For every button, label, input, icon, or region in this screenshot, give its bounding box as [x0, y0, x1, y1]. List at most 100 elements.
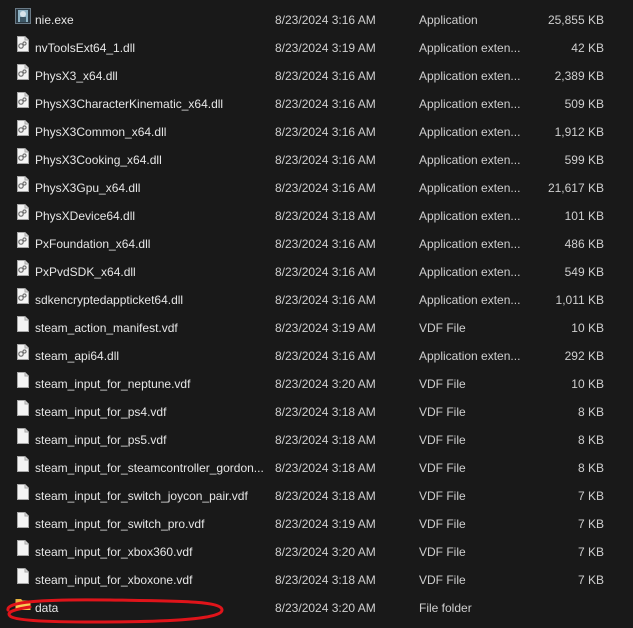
- file-date-modified: 8/23/2024 3:16 AM: [275, 349, 376, 363]
- file-icon: [15, 482, 31, 500]
- file-type: Application exten...: [419, 41, 521, 55]
- dll-icon: [15, 62, 31, 80]
- dll-icon: [15, 118, 31, 136]
- file-size: 42 KB: [571, 41, 604, 55]
- file-date-modified: 8/23/2024 3:20 AM: [275, 377, 376, 391]
- file-row[interactable]: PhysX3_x64.dll 8/23/2024 3:16 AM Applicati…: [0, 62, 633, 90]
- file-type: VDF File: [419, 405, 466, 419]
- file-size: 2,389 KB: [554, 69, 604, 83]
- file-date-modified: 8/23/2024 3:19 AM: [275, 321, 376, 335]
- file-row[interactable]: steam_input_for_ps5.vdf 8/23/2024 3:18 AM…: [0, 426, 633, 454]
- dll-icon: [15, 34, 31, 52]
- file-type: VDF File: [419, 489, 466, 503]
- file-size: 292 KB: [564, 349, 604, 363]
- dll-icon: [15, 202, 31, 220]
- file-type: Application exten...: [419, 125, 521, 139]
- file-name: PhysX3Cooking_x64.dll: [35, 153, 162, 167]
- file-date-modified: 8/23/2024 3:16 AM: [275, 237, 376, 251]
- file-date-modified: 8/23/2024 3:18 AM: [275, 461, 376, 475]
- file-list: nie.exe 8/23/2024 3:16 AM Application 25,85…: [0, 6, 633, 622]
- file-row[interactable]: steam_input_for_xbox360.vdf 8/23/2024 3:2…: [0, 538, 633, 566]
- dll-icon: [15, 258, 31, 276]
- file-type: Application exten...: [419, 237, 521, 251]
- file-size: 599 KB: [564, 153, 604, 167]
- file-size: 509 KB: [564, 97, 604, 111]
- file-type: Application exten...: [419, 181, 521, 195]
- file-type: Application exten...: [419, 97, 521, 111]
- folder-row[interactable]: data 8/23/2024 3:20 AM File folder: [0, 594, 633, 622]
- dll-icon: [15, 146, 31, 164]
- file-row[interactable]: PhysXDevice64.dll 8/23/2024 3:18 AM Applic…: [0, 202, 633, 230]
- file-name: steam_input_for_neptune.vdf: [35, 377, 191, 391]
- file-name: PxPvdSDK_x64.dll: [35, 265, 136, 279]
- dll-icon: [15, 286, 31, 304]
- file-size: 1,011 KB: [555, 293, 604, 307]
- file-type: VDF File: [419, 433, 466, 447]
- file-name: steam_api64.dll: [35, 349, 120, 363]
- file-name: PhysX3_x64.dll: [35, 69, 118, 83]
- file-icon: [15, 370, 31, 388]
- file-icon: [15, 398, 31, 416]
- file-row[interactable]: PhysX3Cooking_x64.dll 8/23/2024 3:16 AM Ap…: [0, 146, 633, 174]
- file-size: 8 KB: [577, 433, 604, 447]
- file-size: 486 KB: [564, 237, 604, 251]
- file-size: 1,912 KB: [554, 125, 604, 139]
- file-type: Application exten...: [419, 293, 521, 307]
- file-row[interactable]: steam_api64.dll 8/23/2024 3:16 AM Applicat…: [0, 342, 633, 370]
- file-size: 21,617 KB: [547, 181, 604, 195]
- file-size: 7 KB: [577, 545, 604, 559]
- file-name: PhysX3Common_x64.dll: [35, 125, 167, 139]
- file-name: PhysXDevice64.dll: [35, 209, 136, 223]
- file-name: data: [35, 601, 59, 615]
- file-date-modified: 8/23/2024 3:20 AM: [275, 545, 376, 559]
- file-name: steam_input_for_switch_pro.vdf: [35, 517, 205, 531]
- file-size: 10 KB: [571, 321, 604, 335]
- file-type: Application exten...: [419, 209, 521, 223]
- file-row[interactable]: PxPvdSDK_x64.dll 8/23/2024 3:16 AM Applica…: [0, 258, 633, 286]
- file-name: PhysX3CharacterKinematic_x64.dll: [35, 97, 224, 111]
- file-name: PhysX3Gpu_x64.dll: [35, 181, 141, 195]
- file-date-modified: 8/23/2024 3:16 AM: [275, 153, 376, 167]
- file-size: 8 KB: [577, 461, 604, 475]
- app-icon: [15, 6, 31, 24]
- file-row[interactable]: steam_input_for_ps4.vdf 8/23/2024 3:18 AM…: [0, 398, 633, 426]
- file-row[interactable]: PhysX3Gpu_x64.dll 8/23/2024 3:16 AM Applic…: [0, 174, 633, 202]
- file-row[interactable]: steam_input_for_xboxone.vdf 8/23/2024 3:1…: [0, 566, 633, 594]
- file-size: 10 KB: [571, 377, 604, 391]
- file-row[interactable]: sdkencryptedappticket64.dll 8/23/2024 3:1…: [0, 286, 633, 314]
- file-name: steam_input_for_switch_joycon_pair.vdf: [35, 489, 248, 503]
- file-row[interactable]: steam_input_for_switch_pro.vdf 8/23/2024 …: [0, 510, 633, 538]
- file-date-modified: 8/23/2024 3:18 AM: [275, 209, 376, 223]
- file-date-modified: 8/23/2024 3:18 AM: [275, 489, 376, 503]
- file-row[interactable]: steam_input_for_switch_joycon_pair.vdf 8/…: [0, 482, 633, 510]
- file-name: steam_action_manifest.vdf: [35, 321, 178, 335]
- file-icon: [15, 566, 31, 584]
- file-name: PxFoundation_x64.dll: [35, 237, 151, 251]
- file-date-modified: 8/23/2024 3:16 AM: [275, 181, 376, 195]
- file-size: 8 KB: [577, 405, 604, 419]
- file-name: steam_input_for_xboxone.vdf: [35, 573, 193, 587]
- file-row[interactable]: PxFoundation_x64.dll 8/23/2024 3:16 AM App…: [0, 230, 633, 258]
- file-row[interactable]: steam_input_for_neptune.vdf 8/23/2024 3:2…: [0, 370, 633, 398]
- file-name: nvToolsExt64_1.dll: [35, 41, 136, 55]
- file-type: VDF File: [419, 517, 466, 531]
- dll-icon: [15, 230, 31, 248]
- file-row[interactable]: nvToolsExt64_1.dll 8/23/2024 3:19 AM Appli…: [0, 34, 633, 62]
- file-row[interactable]: PhysX3Common_x64.dll 8/23/2024 3:16 AM App…: [0, 118, 633, 146]
- file-row[interactable]: steam_action_manifest.vdf 8/23/2024 3:19 …: [0, 314, 633, 342]
- file-name: steam_input_for_xbox360.vdf: [35, 545, 193, 559]
- dll-icon: [15, 90, 31, 108]
- file-row[interactable]: PhysX3CharacterKinematic_x64.dll 8/23/202…: [0, 90, 633, 118]
- file-size: 25,855 KB: [547, 13, 604, 27]
- file-row[interactable]: steam_input_for_steamcontroller_gordon..…: [0, 454, 633, 482]
- file-type: Application exten...: [419, 153, 521, 167]
- file-size: 7 KB: [577, 489, 604, 503]
- file-date-modified: 8/23/2024 3:16 AM: [275, 13, 376, 27]
- file-date-modified: 8/23/2024 3:16 AM: [275, 293, 376, 307]
- file-date-modified: 8/23/2024 3:19 AM: [275, 41, 376, 55]
- file-row[interactable]: nie.exe 8/23/2024 3:16 AM Application 25,85…: [0, 6, 633, 34]
- file-icon: [15, 510, 31, 528]
- file-date-modified: 8/23/2024 3:16 AM: [275, 97, 376, 111]
- file-date-modified: 8/23/2024 3:18 AM: [275, 405, 376, 419]
- file-type: VDF File: [419, 573, 466, 587]
